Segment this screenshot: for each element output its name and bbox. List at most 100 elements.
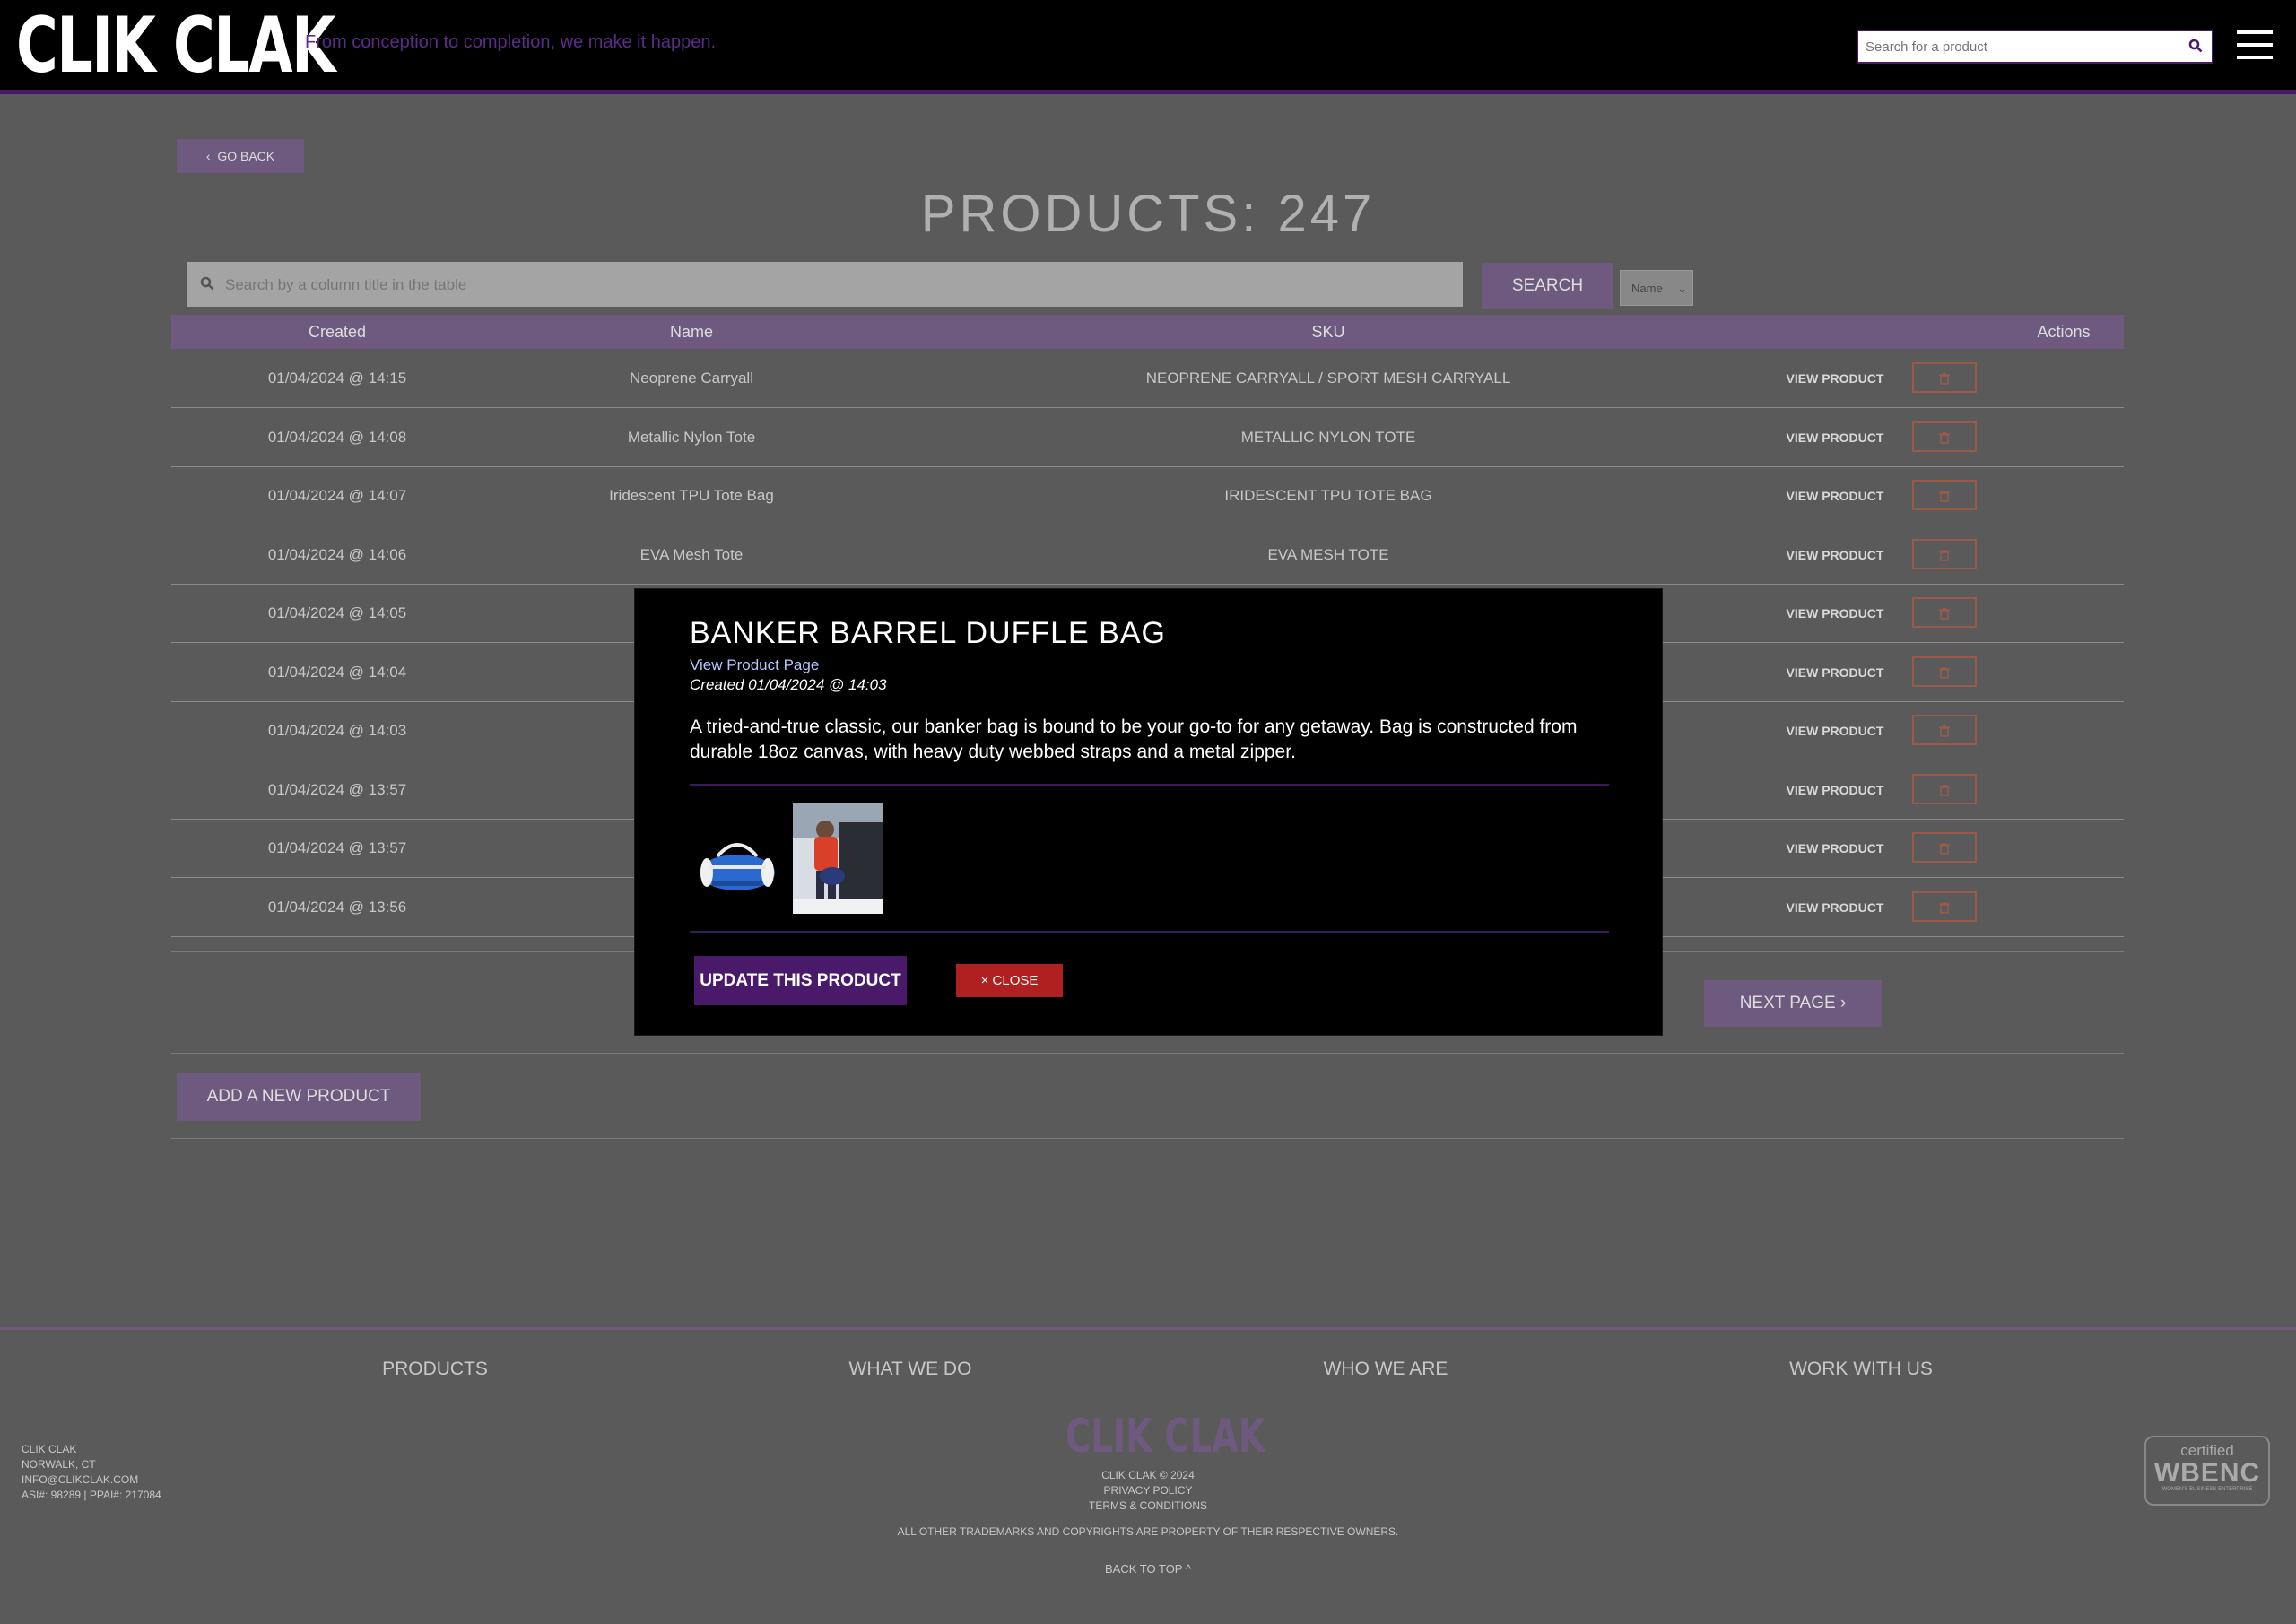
cell-sku: IRIDESCENT TPU TOTE BAG bbox=[1224, 487, 1432, 504]
delete-product-button[interactable] bbox=[1912, 362, 1977, 393]
column-header-actions: Actions bbox=[2037, 323, 2091, 341]
view-product-link[interactable]: VIEW PRODUCT bbox=[1768, 702, 1902, 760]
cell-created: 01/04/2024 @ 14:03 bbox=[267, 722, 407, 739]
product-image-duffle[interactable] bbox=[696, 833, 778, 899]
next-page-button[interactable]: NEXT PAGE › bbox=[1704, 980, 1882, 1027]
trash-icon bbox=[1939, 902, 1950, 914]
table-row: 01/04/2024 @ 14:07 Iridescent TPU Tote Ba… bbox=[171, 467, 2124, 525]
footer-link-what-we-do[interactable]: WHAT WE DO bbox=[776, 1359, 1045, 1380]
view-product-link[interactable]: VIEW PRODUCT bbox=[1768, 879, 1902, 936]
site-logo[interactable]: CLIK CLAK bbox=[16, 5, 335, 86]
badge-certified: certified bbox=[2180, 1442, 2234, 1459]
view-product-link[interactable]: VIEW PRODUCT bbox=[1768, 585, 1902, 642]
cell-created: 01/04/2024 @ 14:05 bbox=[267, 604, 407, 621]
site-tagline: From conception to completion, we make i… bbox=[305, 32, 717, 52]
column-header-sku[interactable]: SKU bbox=[880, 315, 1777, 349]
wbenc-badge: certified WBENC WOMEN'S BUSINESS ENTERPR… bbox=[2144, 1436, 2270, 1506]
delete-product-button[interactable] bbox=[1912, 774, 1977, 804]
column-header-created[interactable]: Created bbox=[171, 315, 503, 349]
trash-icon bbox=[1939, 785, 1950, 796]
close-icon: × bbox=[980, 973, 989, 988]
view-product-link[interactable]: VIEW PRODUCT bbox=[1768, 467, 1902, 525]
privacy-policy-link[interactable]: PRIVACY POLICY bbox=[0, 1484, 2296, 1497]
search-column-select[interactable]: Name ⌄ bbox=[1620, 270, 1693, 306]
trash-icon bbox=[1939, 608, 1950, 620]
trash-icon bbox=[1939, 725, 1950, 737]
modal-created-date: Created 01/04/2024 @ 14:03 bbox=[690, 676, 887, 693]
delete-product-button[interactable] bbox=[1912, 480, 1977, 510]
table-row: 01/04/2024 @ 14:08 Metallic Nylon Tote MET… bbox=[171, 409, 2124, 467]
page-title: PRODUCTS: 247 bbox=[920, 185, 1376, 243]
trash-icon bbox=[1939, 843, 1950, 855]
divider bbox=[171, 1053, 2124, 1054]
trash-icon bbox=[1939, 432, 1950, 444]
search-icon bbox=[200, 276, 214, 295]
modal-divider bbox=[690, 931, 1609, 933]
delete-product-button[interactable] bbox=[1912, 597, 1977, 628]
badge-sub: WOMEN'S BUSINESS ENTERPRISE bbox=[2161, 1487, 2253, 1492]
view-product-link[interactable]: VIEW PRODUCT bbox=[1768, 820, 1902, 877]
header-search-input[interactable] bbox=[1858, 31, 2178, 62]
cell-created: 01/04/2024 @ 14:08 bbox=[267, 429, 407, 446]
delete-product-button[interactable] bbox=[1912, 539, 1977, 569]
terms-link[interactable]: TERMS & CONDITIONS bbox=[0, 1499, 2296, 1512]
trademark-notice: ALL OTHER TRADEMARKS AND COPYRIGHTS ARE … bbox=[897, 1525, 1399, 1538]
search-icon[interactable] bbox=[2188, 39, 2203, 57]
go-back-button[interactable]: ‹ GO BACK bbox=[177, 139, 304, 173]
delete-product-button[interactable] bbox=[1912, 656, 1977, 687]
delete-product-button[interactable] bbox=[1912, 421, 1977, 452]
cell-name: EVA Mesh Tote bbox=[639, 546, 744, 563]
modal-divider bbox=[690, 784, 1609, 786]
cell-created: 01/04/2024 @ 13:57 bbox=[267, 781, 407, 798]
badge-wbenc: WBENC bbox=[2153, 1458, 2261, 1488]
footer-link-who-we-are[interactable]: WHO WE ARE bbox=[1251, 1359, 1520, 1380]
product-image-lifestyle[interactable] bbox=[793, 803, 883, 914]
hamburger-menu-icon[interactable] bbox=[2237, 30, 2273, 61]
view-product-link[interactable]: VIEW PRODUCT bbox=[1768, 409, 1902, 466]
delete-product-button[interactable] bbox=[1912, 891, 1977, 922]
column-header-name[interactable]: Name bbox=[503, 315, 880, 349]
footer-logo: CLIK CLAK bbox=[1065, 1410, 1265, 1463]
view-product-link[interactable]: VIEW PRODUCT bbox=[1768, 761, 1902, 819]
footer-border bbox=[0, 1327, 2296, 1330]
chevron-up-icon: ^ bbox=[1185, 1562, 1191, 1576]
add-new-product-button[interactable]: ADD A NEW PRODUCT bbox=[177, 1073, 421, 1121]
cell-created: 01/04/2024 @ 13:56 bbox=[267, 899, 407, 916]
table-row: 01/04/2024 @ 14:06 EVA Mesh Tote EVA MESH … bbox=[171, 526, 2124, 585]
site-header: CLIK CLAK From conception to completion,… bbox=[0, 0, 2296, 94]
view-product-link[interactable]: VIEW PRODUCT bbox=[1768, 644, 1902, 701]
update-product-button[interactable]: UPDATE THIS PRODUCT bbox=[694, 956, 907, 1005]
divider bbox=[171, 1138, 2124, 1139]
footer-link-products[interactable]: PRODUCTS bbox=[300, 1359, 570, 1380]
cell-name: Metallic Nylon Tote bbox=[627, 429, 756, 446]
footer-link-work-with-us[interactable]: WORK WITH US bbox=[1726, 1359, 1996, 1380]
cell-sku: NEOPRENE CARRYALL / SPORT MESH CARRYALL bbox=[1145, 369, 1511, 386]
view-product-link[interactable]: VIEW PRODUCT bbox=[1768, 350, 1902, 407]
trash-icon bbox=[1939, 373, 1950, 385]
go-back-label: GO BACK bbox=[217, 149, 275, 163]
cell-created: 01/04/2024 @ 13:57 bbox=[267, 839, 407, 856]
cell-name: Neoprene Carryall bbox=[630, 369, 753, 386]
search-button[interactable]: SEARCH bbox=[1482, 263, 1613, 309]
chevron-right-icon: › bbox=[1839, 994, 1847, 1012]
back-to-top-link[interactable]: BACK TO TOP ^ bbox=[0, 1562, 2296, 1576]
search-column-value: Name bbox=[1631, 282, 1663, 295]
cell-created: 01/04/2024 @ 14:06 bbox=[267, 546, 407, 563]
chevron-left-icon: ‹ bbox=[205, 149, 211, 163]
view-product-link[interactable]: VIEW PRODUCT bbox=[1768, 526, 1902, 584]
cell-name: Iridescent TPU Tote Bag bbox=[609, 487, 774, 504]
trash-icon bbox=[1939, 491, 1950, 502]
footer-copyright: CLIK CLAK © 2024 bbox=[1101, 1469, 1195, 1481]
delete-product-button[interactable] bbox=[1912, 715, 1977, 745]
table-row: 01/04/2024 @ 14:15 Neoprene Carryall NEOPR… bbox=[171, 350, 2124, 408]
address-company: CLIK CLAK bbox=[22, 1443, 77, 1455]
delete-product-button[interactable] bbox=[1912, 832, 1977, 863]
modal-description: A tried-and-true classic, our banker bag… bbox=[690, 716, 1578, 762]
table-search-input[interactable] bbox=[223, 262, 1447, 308]
table-search bbox=[187, 262, 1463, 308]
cell-created: 01/04/2024 @ 14:07 bbox=[267, 487, 407, 504]
view-product-page-link[interactable]: View Product Page bbox=[690, 656, 819, 674]
close-modal-button[interactable]: × CLOSE bbox=[956, 964, 1063, 997]
close-label: CLOSE bbox=[992, 973, 1039, 988]
cell-sku: EVA MESH TOTE bbox=[1267, 546, 1389, 563]
